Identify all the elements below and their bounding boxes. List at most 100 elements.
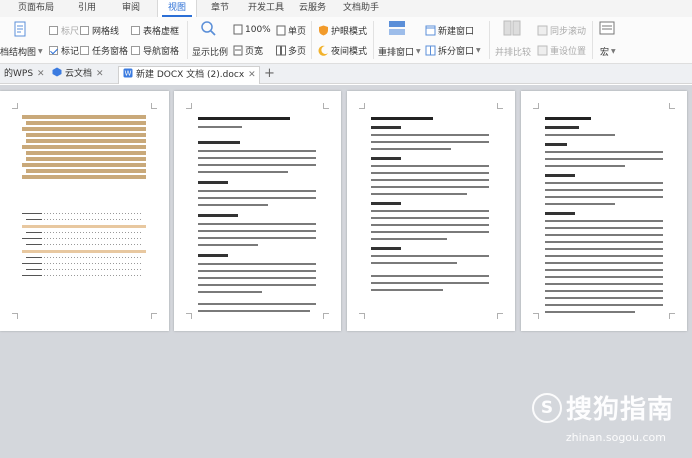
task-pane-label: 任务窗格 [92, 47, 129, 57]
gridlines-checkbox[interactable]: 网格线 [80, 24, 119, 37]
cloud-doc-icon [52, 67, 62, 77]
watermark-url: zhinan.sogou.com [565, 431, 666, 444]
sync-scroll-icon [537, 25, 548, 36]
document-canvas[interactable]: S 搜狗指南 zhinan.sogou.com [0, 85, 692, 458]
macro-icon [599, 21, 615, 35]
tab-references[interactable]: 引用 [78, 0, 96, 17]
macro-icon-wrap[interactable] [599, 20, 615, 36]
split-window-button[interactable]: 拆分窗口 ▼ [425, 44, 481, 57]
outline-button-label-wrap[interactable]: 档结构图 ▼ [0, 45, 43, 58]
nav-pane-check-box[interactable] [131, 46, 140, 55]
arrange-label: 重排窗口 [378, 48, 415, 58]
arrange-icon-wrap[interactable] [388, 20, 406, 36]
tab-view[interactable]: 视图 [157, 0, 197, 17]
ruler-label: 标尺 [61, 27, 80, 37]
multi-page-button[interactable]: 多页 [276, 44, 306, 57]
page-width-icon [233, 45, 243, 56]
ribbon-toolbar: 档结构图 ▼ 标尺 网格线 表格虚框 标记 任务窗格 导航窗格 显示比例 100%… [0, 17, 692, 64]
doc-tab-label: 云文档 [65, 69, 93, 79]
tab-doc-assistant[interactable]: 文档助手 [343, 0, 379, 17]
document-page-2[interactable] [174, 91, 341, 331]
reset-position-button[interactable]: 重设位置 [537, 44, 586, 57]
task-pane-check-box[interactable] [80, 46, 89, 55]
ribbon-divider [373, 21, 374, 59]
reset-position-label: 重设位置 [550, 47, 587, 57]
show-ratio-icon-wrap[interactable] [200, 20, 216, 36]
shield-icon [319, 25, 328, 36]
word-doc-icon: W [123, 68, 133, 78]
single-page-label: 单页 [288, 27, 307, 37]
new-window-icon [425, 25, 436, 36]
doc-tab-label: 的WPS [4, 69, 34, 79]
close-icon[interactable]: ✕ [96, 69, 104, 79]
side-by-side-label: 并排比较 [495, 48, 532, 58]
side-by-side-button[interactable]: 并排比较 [495, 45, 531, 58]
ruler-check-box[interactable] [49, 26, 58, 35]
tab-cloud-service[interactable]: 云服务 [299, 0, 326, 17]
night-mode-button[interactable]: 夜间模式 [318, 44, 367, 57]
single-page-button[interactable]: 单页 [276, 24, 306, 37]
side-by-side-icon-wrap[interactable] [503, 20, 521, 36]
arrange-windows-icon [389, 21, 405, 35]
markup-check-box[interactable] [49, 46, 58, 55]
close-icon[interactable]: ✕ [248, 70, 256, 80]
tab-page-layout[interactable]: 页面布局 [18, 0, 54, 17]
new-tab-plus-icon[interactable]: + [264, 66, 275, 81]
page-width-button[interactable]: 页宽 [233, 44, 263, 57]
markup-checkbox[interactable]: 标记 [49, 44, 79, 57]
macro-button[interactable]: 宏 ▼ [600, 45, 616, 58]
gridlines-label: 网格线 [92, 27, 120, 37]
task-pane-checkbox[interactable]: 任务窗格 [80, 44, 128, 57]
ribbon-divider [592, 21, 593, 59]
magnifier-icon [201, 21, 216, 36]
arrange-button[interactable]: 重排窗口 ▼ [378, 45, 421, 58]
eye-care-button[interactable]: 护眼模式 [318, 24, 367, 37]
single-page-icon [276, 25, 286, 36]
zoom-100-button[interactable]: 100% [233, 24, 271, 35]
doc-tab-cloud-docs[interactable]: 云文档 ✕ [48, 66, 116, 84]
nav-pane-label: 导航窗格 [143, 47, 180, 57]
sogou-watermark: S 搜狗指南 [531, 389, 674, 426]
outline-button[interactable] [6, 21, 28, 37]
page-width-label: 页宽 [245, 47, 264, 57]
ribbon-divider [489, 21, 490, 59]
tab-chapter[interactable]: 章节 [211, 0, 229, 17]
table-border-check-box[interactable] [131, 26, 140, 35]
sync-scroll-label: 同步滚动 [550, 27, 587, 37]
document-page-4[interactable] [521, 91, 687, 331]
doc-tab-label: 新建 DOCX 文档 (2).docx [136, 70, 245, 80]
sogou-logo-icon: S [531, 392, 562, 423]
page-zoom-icon [233, 24, 243, 35]
show-ratio-label: 显示比例 [192, 48, 229, 58]
doc-tab-active-document[interactable]: W 新建 DOCX 文档 (2).docx ✕ [118, 66, 260, 84]
table-border-checkbox[interactable]: 表格虚框 [131, 24, 179, 37]
markup-label: 标记 [61, 47, 80, 57]
ribbon-divider [311, 21, 312, 59]
multi-page-icon [276, 45, 286, 56]
chevron-down-icon: ▼ [476, 47, 481, 54]
document-outline-icon [14, 21, 26, 37]
ruler-checkbox[interactable]: 标尺 [49, 24, 79, 37]
sync-scroll-button[interactable]: 同步滚动 [537, 24, 586, 37]
doc-tab-wps-home[interactable]: 的WPS ✕ [0, 66, 46, 84]
split-window-label: 拆分窗口 [438, 47, 475, 57]
tab-developer[interactable]: 开发工具 [248, 0, 284, 17]
document-page-1[interactable] [0, 91, 169, 331]
close-icon[interactable]: ✕ [37, 69, 45, 79]
eye-care-label: 护眼模式 [331, 27, 368, 37]
svg-text:W: W [125, 70, 132, 78]
show-ratio-button[interactable]: 显示比例 [192, 45, 228, 58]
zoom-value: 100% [245, 24, 271, 35]
nav-pane-checkbox[interactable]: 导航窗格 [131, 44, 179, 57]
reset-position-icon [537, 45, 548, 56]
document-page-3[interactable] [347, 91, 515, 331]
chevron-down-icon: ▼ [611, 48, 616, 55]
menu-bar: 页面布局 引用 审阅 视图 章节 开发工具 云服务 文档助手 [0, 0, 692, 17]
new-window-button[interactable]: 新建窗口 [425, 24, 474, 37]
chevron-down-icon: ▼ [38, 48, 43, 55]
chevron-down-icon: ▼ [416, 48, 421, 55]
macro-label: 宏 [600, 48, 610, 58]
tab-review[interactable]: 审阅 [122, 0, 140, 17]
gridlines-check-box[interactable] [80, 26, 89, 35]
moon-icon [318, 45, 328, 56]
